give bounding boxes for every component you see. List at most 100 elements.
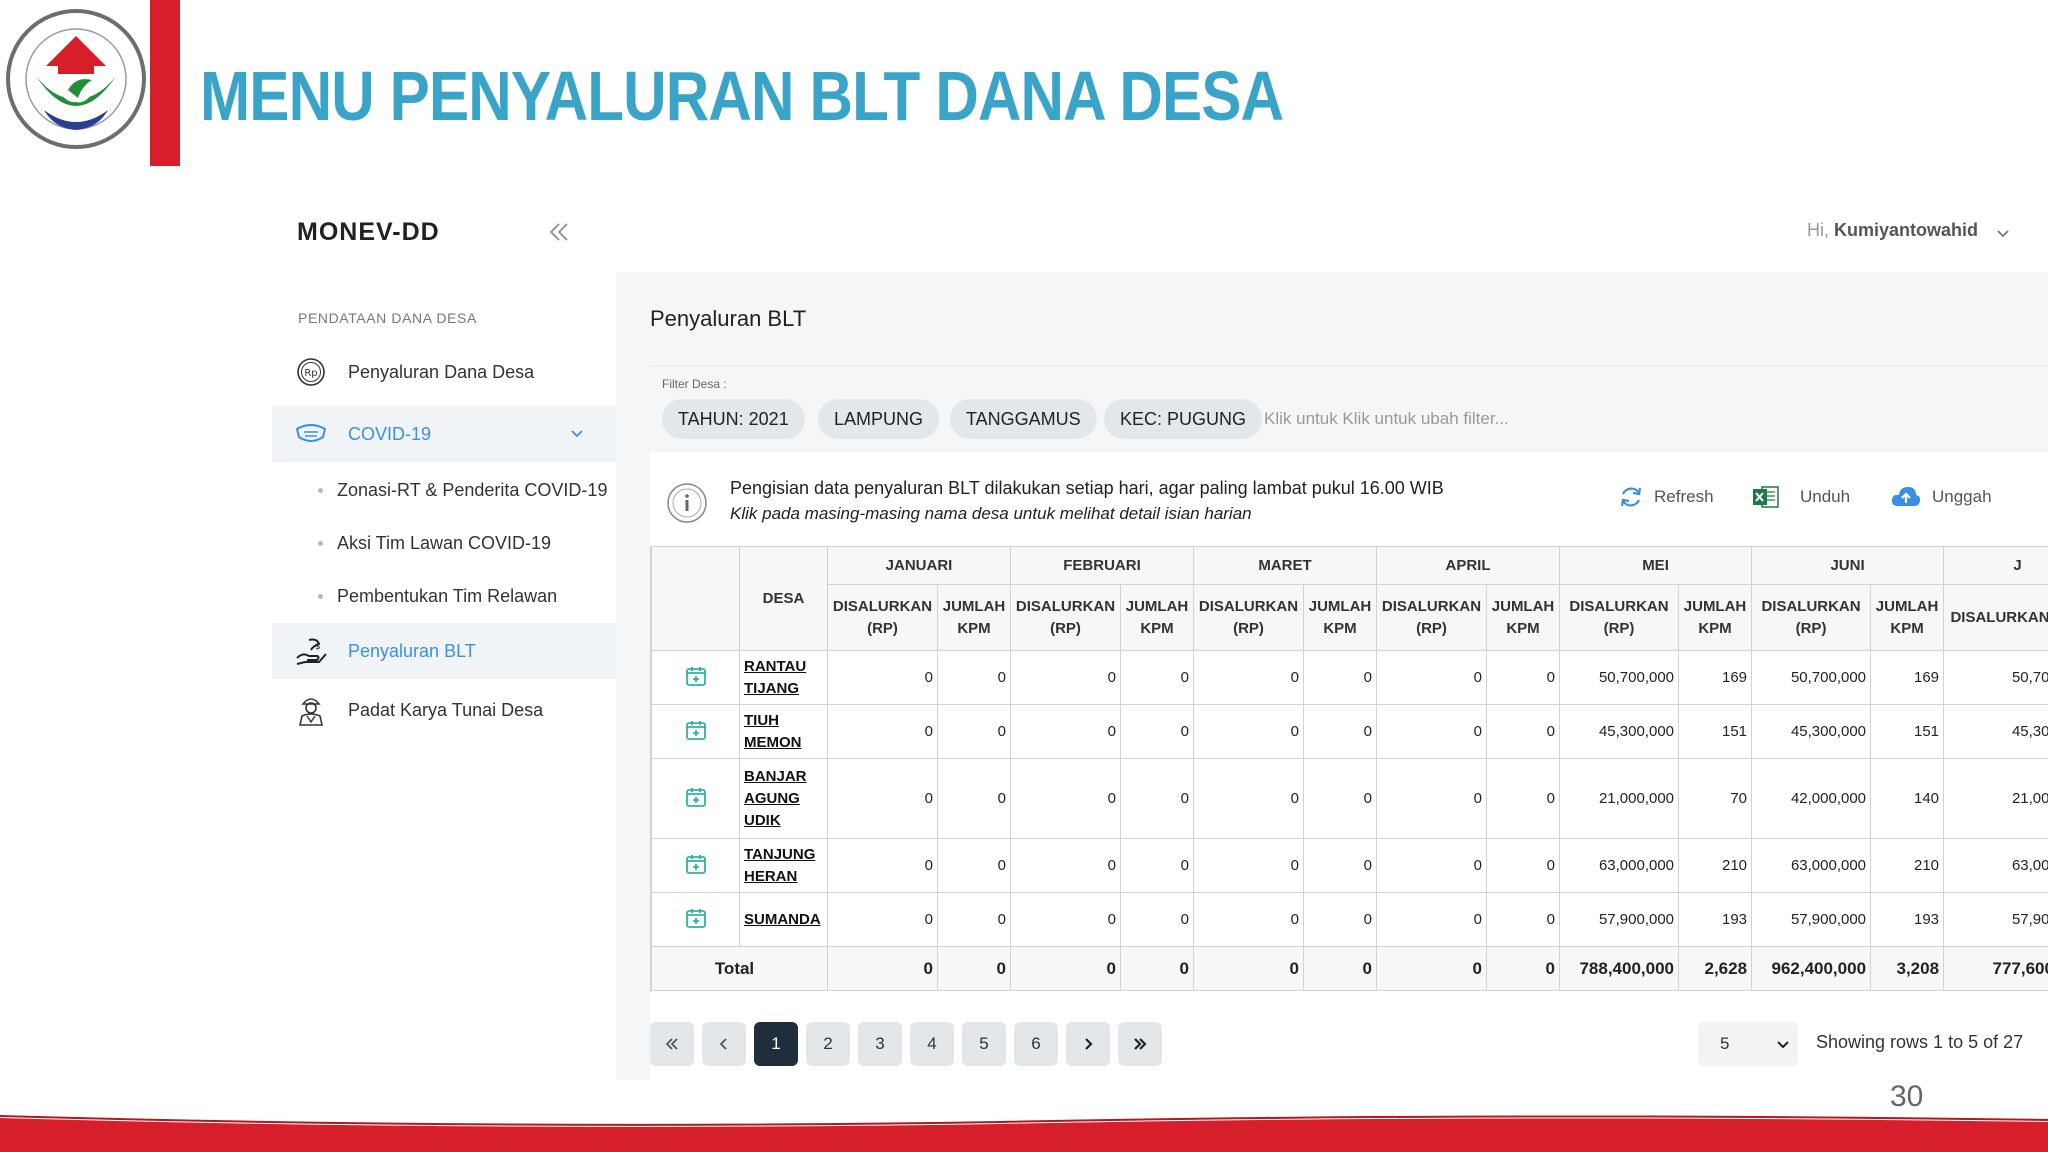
chevron-right-icon xyxy=(1085,1038,1093,1050)
table-cell: 21,000,000 xyxy=(1943,758,2048,839)
first-page-button[interactable] xyxy=(650,1022,694,1066)
filter-chip-tahun[interactable]: TAHUN: 2021 xyxy=(662,399,805,439)
chevron-down-icon xyxy=(568,424,586,442)
sidebar-subitem-zonasi[interactable]: Zonasi-RT & Penderita COVID-19 xyxy=(272,470,616,510)
table-cell: 0 xyxy=(1376,838,1488,893)
table-row: BANJAR AGUNG UDIK 0 0 0 0 0 0 0 0 21,000,000 70 42,… xyxy=(651,758,2048,839)
refresh-button[interactable]: Refresh xyxy=(1618,484,1714,510)
subheader-jumlah-kpm: JUMLAH KPM xyxy=(1120,584,1194,651)
bullet-icon xyxy=(318,487,323,493)
prev-page-button[interactable] xyxy=(702,1022,746,1066)
page-button-3[interactable]: 3 xyxy=(858,1022,902,1066)
sidebar-item-padat-karya[interactable]: Padat Karya Tunai Desa xyxy=(272,682,616,738)
total-cell: 3,208 xyxy=(1870,946,1945,991)
add-daily-entry-button[interactable] xyxy=(651,704,740,759)
footer-red-band xyxy=(0,1115,2048,1152)
table-cell: 0 xyxy=(1193,704,1304,759)
table-cell: 57,900,000 xyxy=(1559,892,1680,947)
subheader-disalurkan: DISALURKAN (RP) xyxy=(1751,584,1872,651)
page-button-1[interactable]: 1 xyxy=(754,1022,798,1066)
subheader-disalurkan: DISALURKAN (RP) xyxy=(1376,584,1488,651)
add-daily-entry-button[interactable] xyxy=(651,838,740,893)
filter-chip-provinsi[interactable]: LAMPUNG xyxy=(818,399,940,439)
table-cell: 0 xyxy=(1120,650,1194,705)
table-cell: 70 xyxy=(1678,758,1753,839)
table-cell: 0 xyxy=(827,838,938,893)
page-button-5[interactable]: 5 xyxy=(962,1022,1006,1066)
rows-count-text: Showing rows 1 to 5 of 27 xyxy=(1816,1032,2024,1052)
chevron-down-icon xyxy=(1777,1041,1789,1049)
download-excel-button[interactable]: Unduh xyxy=(1752,484,1850,510)
sidebar-item-penyaluran-dana-desa[interactable]: Rp Penyaluran Dana Desa xyxy=(272,344,616,400)
table-row: TIUH MEMON 0 0 0 0 0 0 0 0 45,300,000 151 45,300,00… xyxy=(651,704,2048,759)
total-cell: 0 xyxy=(1302,946,1378,991)
rupiah-coin-icon: Rp xyxy=(294,355,328,389)
total-cell: 777,600,000 xyxy=(1943,946,2048,991)
filter-chip-kecamatan[interactable]: KEC: PUGUNG xyxy=(1104,399,1263,439)
double-chevron-left-icon xyxy=(665,1038,678,1050)
desa-link[interactable]: BANJAR AGUNG UDIK xyxy=(739,758,828,839)
table-cell: 193 xyxy=(1870,892,1945,947)
main-content: Penyaluran BLT Filter Desa : TAHUN: 2021… xyxy=(616,272,2048,1080)
table-cell: 0 xyxy=(1193,650,1304,705)
chevron-down-icon[interactable] xyxy=(1994,224,2012,242)
desa-link[interactable]: TIUH MEMON xyxy=(739,704,828,759)
svg-text:$: $ xyxy=(315,642,321,652)
table-cell: 0 xyxy=(1010,892,1121,947)
content-panel: Filter Desa : TAHUN: 2021 LAMPUNG TANGGA… xyxy=(650,366,2048,1080)
filter-hint[interactable]: Klik untuk Klik untuk ubah filter... xyxy=(1264,409,1509,429)
page-button-6[interactable]: 6 xyxy=(1014,1022,1058,1066)
blt-table-wrapper[interactable]: DESA JANUARI FEBRUARI MARET APRIL MEI JU… xyxy=(650,546,2048,992)
page-button-4[interactable]: 4 xyxy=(910,1022,954,1066)
total-cell: 0 xyxy=(1120,946,1194,991)
user-greeting[interactable]: Hi, Kumiyantowahid xyxy=(1807,220,1978,241)
table-cell: 169 xyxy=(1678,650,1753,705)
table-cell: 0 xyxy=(1486,650,1561,705)
sidebar-item-covid-19[interactable]: COVID-19 xyxy=(272,406,616,462)
table-cell: 210 xyxy=(1870,838,1945,893)
desa-link[interactable]: RANTAU TIJANG xyxy=(739,650,828,705)
month-header-januari: JANUARI xyxy=(827,546,1011,585)
total-cell: 0 xyxy=(1376,946,1488,991)
table-cell: 0 xyxy=(1010,704,1121,759)
sidebar-item-label: Padat Karya Tunai Desa xyxy=(348,699,544,720)
table-cell: 0 xyxy=(1193,892,1304,947)
mask-icon xyxy=(294,417,328,451)
page-button-2[interactable]: 2 xyxy=(806,1022,850,1066)
app-brand[interactable]: MONEV-DD xyxy=(297,218,440,247)
collapse-sidebar-icon[interactable] xyxy=(544,216,576,248)
total-cell: 2,628 xyxy=(1678,946,1753,991)
total-cell: 0 xyxy=(1486,946,1561,991)
table-cell: 210 xyxy=(1678,838,1753,893)
page-size-select[interactable]: 5 xyxy=(1698,1022,1798,1066)
filter-chip-kabupaten[interactable]: TANGGAMUS xyxy=(950,399,1097,439)
month-header-juni: JUNI xyxy=(1751,546,1945,585)
sidebar: MONEV-DD PENDATAAN DANA DESA Rp Penyalur… xyxy=(272,194,616,1080)
sidebar-subitem-aksi-tim[interactable]: Aksi Tim Lawan COVID-19 xyxy=(272,523,616,563)
table-cell: 0 xyxy=(1302,892,1378,947)
filter-label: Filter Desa : xyxy=(662,377,727,391)
filter-box[interactable]: Filter Desa : TAHUN: 2021 LAMPUNG TANGGA… xyxy=(650,366,2048,452)
last-page-button[interactable] xyxy=(1118,1022,1162,1066)
table-cell: 57,900,000 xyxy=(1751,892,1872,947)
desa-link[interactable]: TANJUNG HERAN xyxy=(739,838,828,893)
info-text: Pengisian data penyaluran BLT dilakukan … xyxy=(730,478,1444,498)
table-row: SUMANDA 0 0 0 0 0 0 0 0 57,900,000 193 57,900,000 19… xyxy=(651,892,2048,947)
desa-column-header[interactable]: DESA xyxy=(739,546,828,651)
table-cell: 0 xyxy=(1376,892,1488,947)
add-daily-entry-button[interactable] xyxy=(651,650,740,705)
total-cell: 0 xyxy=(827,946,938,991)
next-page-button[interactable] xyxy=(1066,1022,1110,1066)
desa-link[interactable]: SUMANDA xyxy=(739,892,828,947)
chevron-left-icon xyxy=(719,1038,727,1050)
info-hint: Klik pada masing-masing nama desa untuk … xyxy=(730,504,1252,523)
sidebar-item-penyaluran-blt[interactable]: $ Penyaluran BLT xyxy=(272,623,616,679)
table-cell: 0 xyxy=(827,704,938,759)
sidebar-subitem-tim-relawan[interactable]: Pembentukan Tim Relawan xyxy=(272,576,616,616)
add-daily-entry-button[interactable] xyxy=(651,758,740,839)
upload-button[interactable]: Unggah xyxy=(1890,484,1992,510)
page-title: Penyaluran BLT xyxy=(650,306,807,331)
table-cell: 42,000,000 xyxy=(1751,758,1872,839)
add-daily-entry-button[interactable] xyxy=(651,892,740,947)
table-cell: 0 xyxy=(937,650,1011,705)
